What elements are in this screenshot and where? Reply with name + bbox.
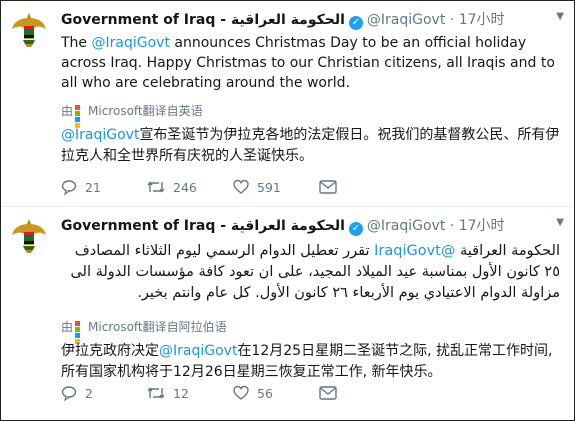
verified-badge-icon: ✓: [348, 222, 363, 236]
retweet-button[interactable]: 246: [147, 179, 197, 195]
mention-link[interactable]: @IraqiGovt: [92, 35, 170, 51]
reply-count: 2: [85, 386, 93, 401]
verified-badge-icon: ✓: [348, 16, 363, 30]
author-name[interactable]: Government of Iraq - الحكومة العراقية: [61, 218, 345, 234]
translated-mention-link[interactable]: @IraqiGovt: [61, 127, 139, 143]
translation-source: 翻译自阿拉伯语: [142, 320, 227, 334]
author-handle[interactable]: @IraqiGovt: [367, 12, 445, 28]
tweet[interactable]: Government of Iraq - الحكومة العراقية ✓ @I…: [1, 206, 574, 412]
envelope-icon: [319, 180, 337, 194]
translation-attribution: 由 Microsoft翻译自阿拉伯语: [61, 318, 227, 344]
translation-prefix: 由: [61, 320, 74, 334]
reply-button[interactable]: 2: [61, 385, 93, 402]
timestamp[interactable]: 17小时: [459, 12, 505, 28]
tweet-header: Government of Iraq - الحكومة العراقية ✓ @I…: [61, 215, 566, 236]
chevron-down-icon[interactable]: ▼: [556, 217, 564, 228]
retweet-count: 12: [173, 386, 189, 401]
tweet[interactable]: Government of Iraq - الحكومة العراقية ✓ @I…: [1, 1, 574, 206]
chevron-down-icon[interactable]: ▼: [556, 11, 564, 22]
separator: ·: [449, 218, 455, 234]
translated-text-start: 伊拉克政府决定: [61, 343, 159, 359]
retweet-count: 246: [173, 180, 197, 195]
translated-text: 伊拉克政府决定@IraqiGovt在12月25日星期二圣诞节之际, 扰乱正常工作…: [61, 341, 562, 383]
translation-brand: Microsoft: [88, 320, 143, 334]
translation-prefix: 由: [61, 104, 74, 118]
timeline: Government of Iraq - الحكومة العراقية ✓ @I…: [0, 0, 575, 421]
direct-message-button[interactable]: [319, 385, 345, 400]
microsoft-logo-icon: [75, 321, 86, 344]
reply-icon: [61, 180, 77, 196]
timestamp[interactable]: 17小时: [459, 218, 505, 234]
microsoft-logo-icon: [75, 105, 86, 128]
translated-mention-link[interactable]: @IraqiGovt: [159, 343, 237, 359]
translated-text: @IraqiGovt宣布圣诞节为伊拉克各地的法定假日。祝我们的基督教公民、所有伊…: [61, 125, 562, 167]
retweet-icon: [147, 387, 165, 399]
heart-icon: [233, 179, 249, 194]
like-count: 591: [257, 180, 281, 195]
retweet-button[interactable]: 12: [147, 385, 189, 401]
direct-message-button[interactable]: [319, 179, 345, 194]
translation-brand: Microsoft: [88, 104, 143, 118]
translation-attribution: 由 Microsoft翻译自英语: [61, 102, 203, 128]
reply-button[interactable]: 21: [61, 179, 101, 196]
mention-link[interactable]: @IraqiGovt: [374, 243, 455, 259]
tweet-text-start: The: [61, 35, 92, 51]
tweet-header: Government of Iraq - الحكومة العراقية ✓ @I…: [61, 9, 566, 30]
like-button[interactable]: 56: [233, 385, 273, 401]
avatar-emblem-icon[interactable]: [9, 9, 49, 49]
reply-icon: [61, 386, 77, 402]
tweet-text: الحكومة العراقية @IraqiGovt تقرر تعطيل ا…: [61, 241, 560, 304]
like-count: 56: [257, 386, 273, 401]
translation-source: 翻译自英语: [142, 104, 203, 118]
like-button[interactable]: 591: [233, 179, 281, 195]
envelope-icon: [319, 386, 337, 400]
author-handle[interactable]: @IraqiGovt: [367, 218, 445, 234]
avatar-emblem-icon[interactable]: [9, 215, 49, 255]
separator: ·: [449, 12, 455, 28]
tweet-text: The @IraqiGovt announces Christmas Day t…: [61, 33, 560, 93]
heart-icon: [233, 385, 249, 400]
reply-count: 21: [85, 180, 101, 195]
tweet-text-start: الحكومة العراقية: [455, 243, 560, 259]
author-name[interactable]: Government of Iraq - الحكومة العراقية: [61, 12, 345, 28]
retweet-icon: [147, 181, 165, 193]
